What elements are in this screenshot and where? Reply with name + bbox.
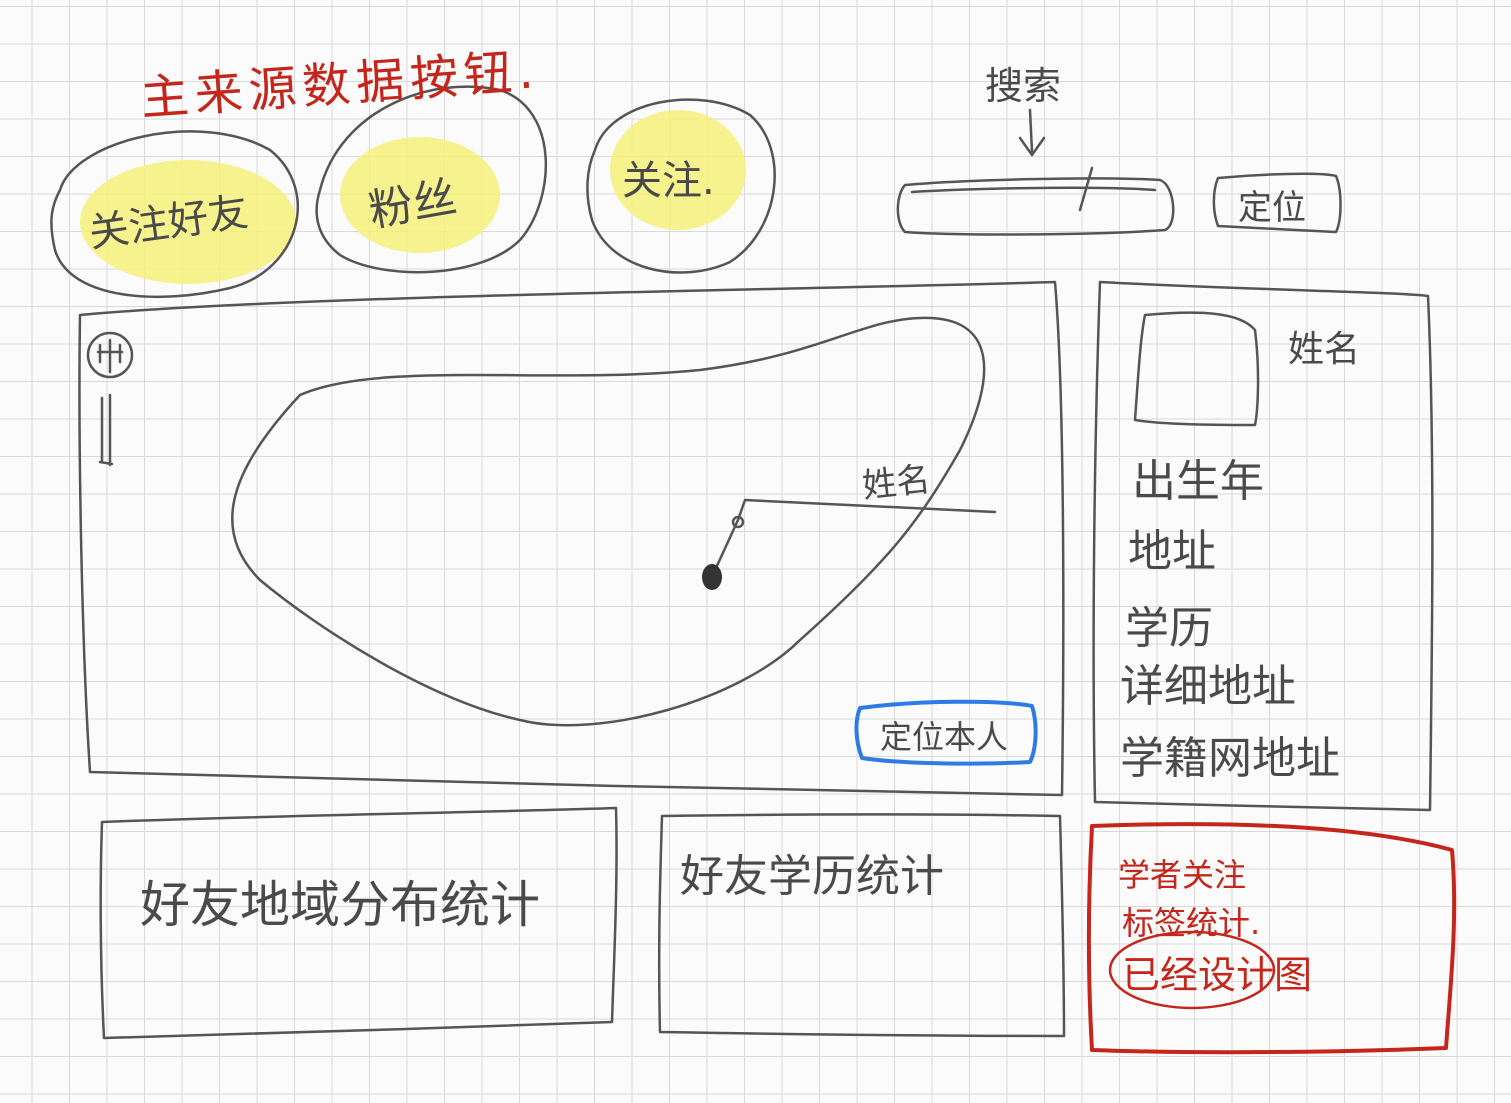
map-marker-dot — [702, 564, 722, 590]
education-stats-chart-label: 好友学历统计 — [680, 851, 944, 902]
locate-self-button[interactable]: 定位本人 — [880, 712, 1008, 758]
profile-avatar — [1140, 318, 1252, 420]
search-label: 搜索 — [985, 64, 1062, 108]
map-marker-name-label: 姓名 — [860, 459, 933, 507]
map-zoom-in-button[interactable] — [88, 333, 132, 377]
profile-field-education: 学历 — [1125, 603, 1213, 654]
search-arrow — [1018, 108, 1046, 157]
sketch-canvas — [50, 85, 1457, 1055]
interest-tags-title-line1: 学者关注 — [1118, 856, 1247, 894]
profile-field-address: 地址 — [1128, 526, 1216, 577]
interest-tags-note: 已经设计图 — [1122, 953, 1313, 997]
search-locate-button[interactable]: 定位 — [1238, 180, 1306, 229]
profile-field-detailed-address: 详细地址 — [1120, 661, 1296, 712]
map-region-outline — [230, 316, 986, 727]
interest-tags-title-line2: 标签统计. — [1122, 904, 1261, 942]
follow-source-button[interactable]: 关注. — [622, 148, 715, 206]
search-input[interactable] — [910, 192, 1155, 228]
region-distribution-chart-label: 好友地域分布统计 — [140, 876, 540, 934]
profile-field-birth-year: 出生年 — [1132, 456, 1264, 507]
map-zoom-slider — [98, 393, 114, 467]
profile-name: 姓名 — [1288, 329, 1361, 370]
profile-field-school-web-address: 学籍网地址 — [1120, 733, 1340, 784]
